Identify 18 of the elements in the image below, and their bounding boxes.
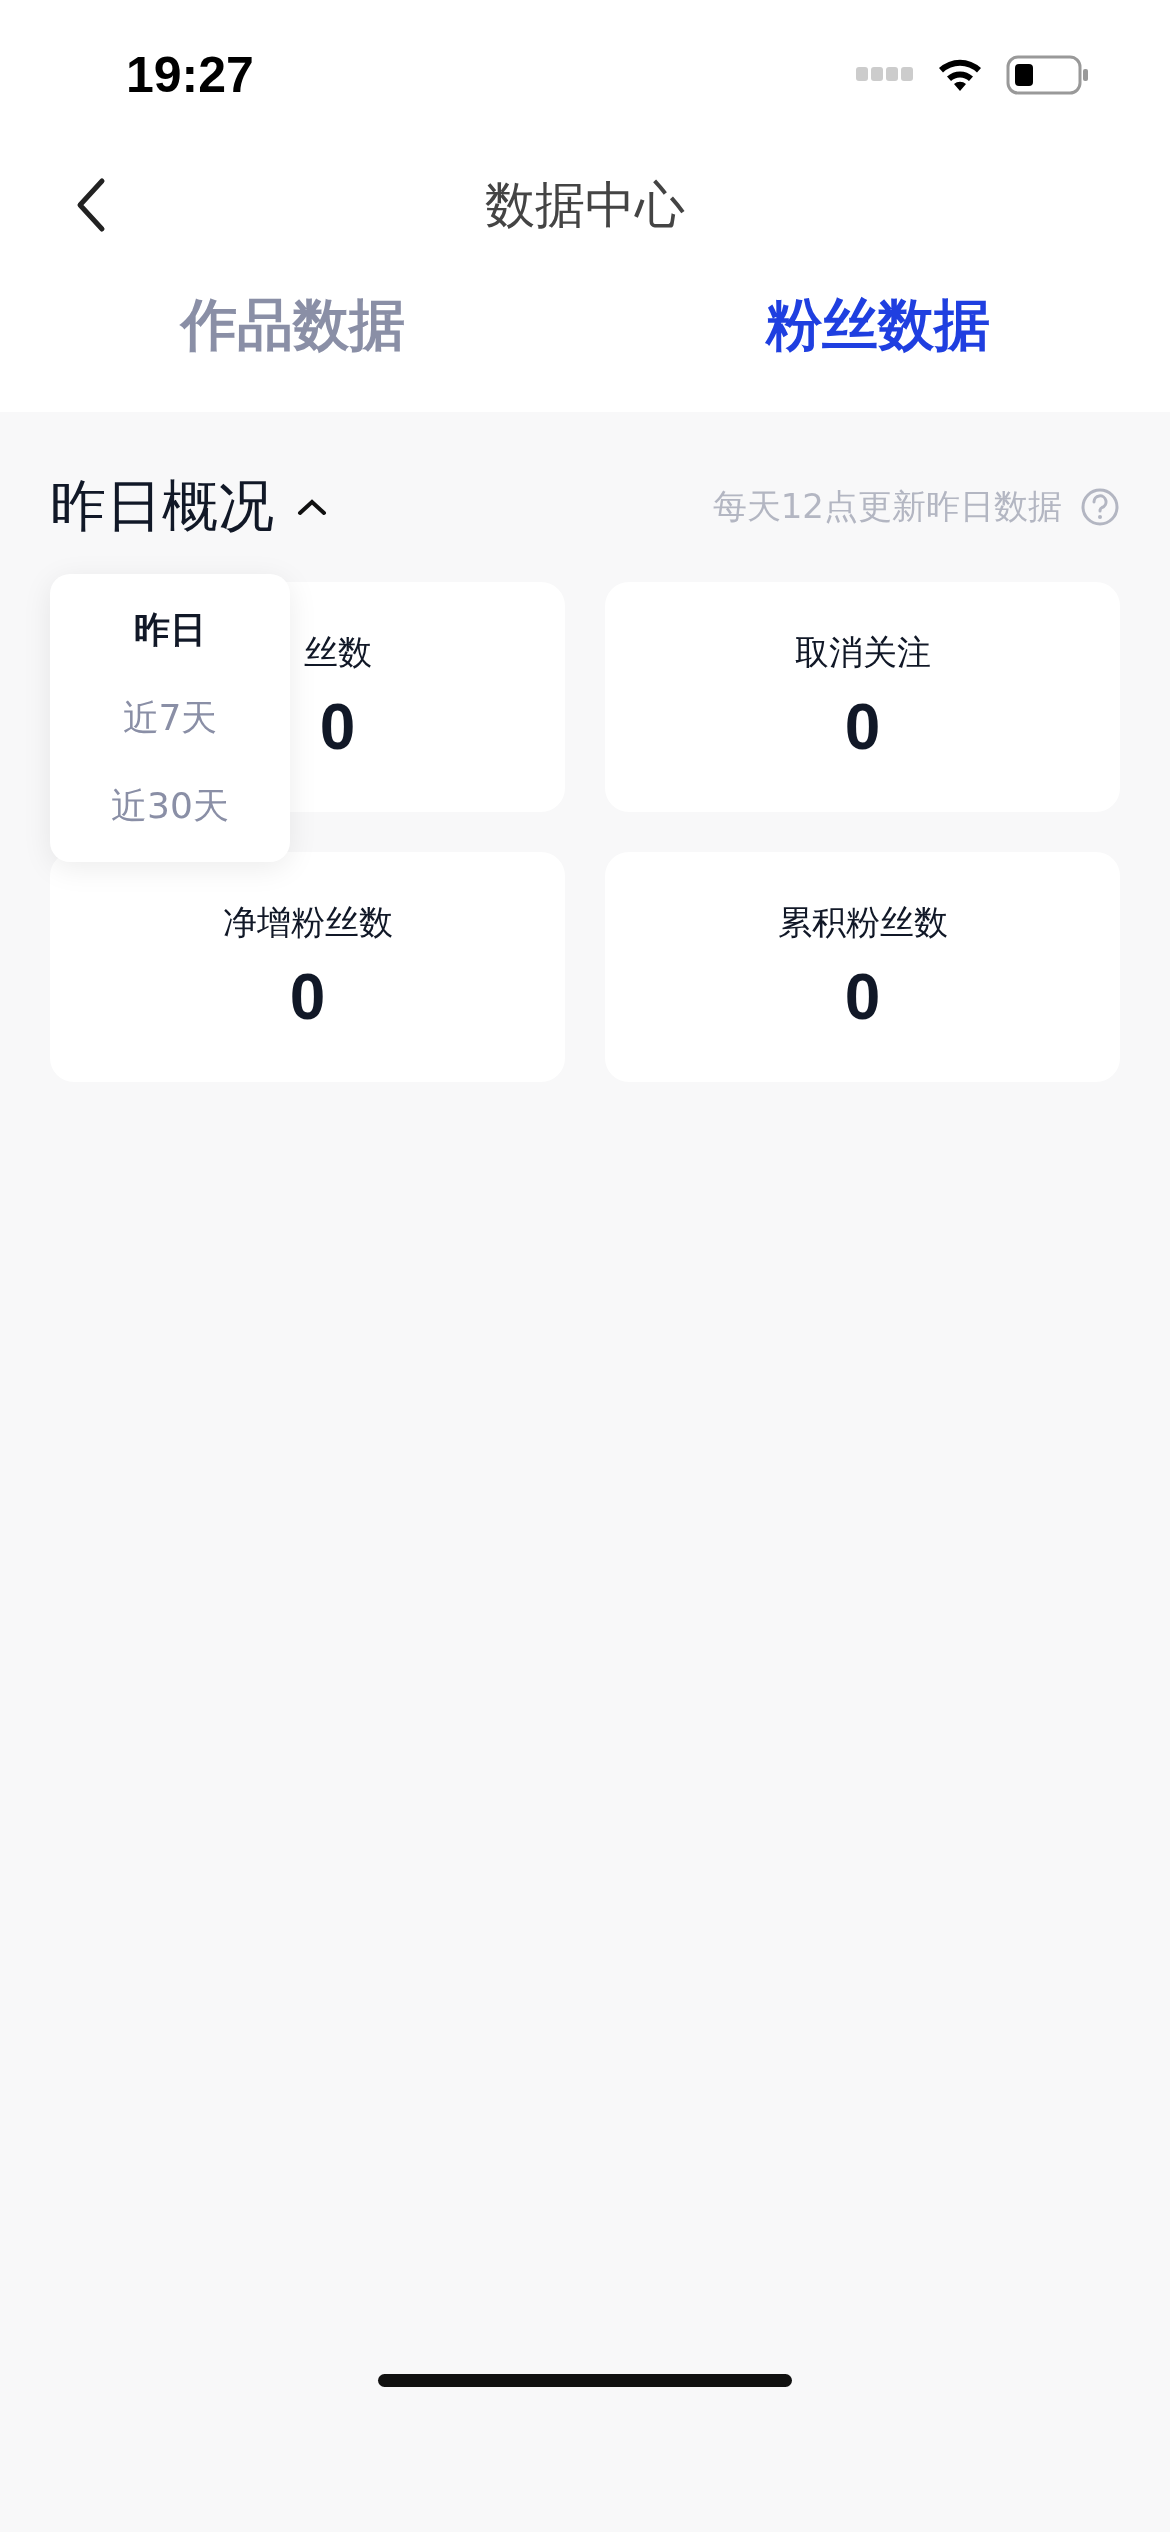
stat-label: 丝数 <box>303 631 372 674</box>
status-time: 19:27 <box>126 46 254 104</box>
stat-value: 0 <box>319 690 356 764</box>
menu-item[interactable]: 昨日 <box>128 596 212 664</box>
stat-label: 净增粉丝数 <box>222 901 393 944</box>
stat-value: 0 <box>844 690 881 764</box>
period-dropdown[interactable]: 昨日概况 <box>50 469 328 545</box>
signal-icon <box>856 67 914 83</box>
stat-label: 累积粉丝数 <box>777 901 948 944</box>
stat-value: 0 <box>289 960 326 1034</box>
wifi-icon <box>936 57 984 93</box>
battery-icon <box>1006 55 1090 95</box>
stat-value: 0 <box>844 960 881 1034</box>
update-note: 每天12点更新昨日数据 <box>712 485 1062 528</box>
tab[interactable]: 粉丝数据 <box>585 288 1170 384</box>
stat-label: 取消关注 <box>794 631 931 674</box>
chevron-icon <box>296 497 328 517</box>
page-title: 数据中心 <box>485 174 685 236</box>
